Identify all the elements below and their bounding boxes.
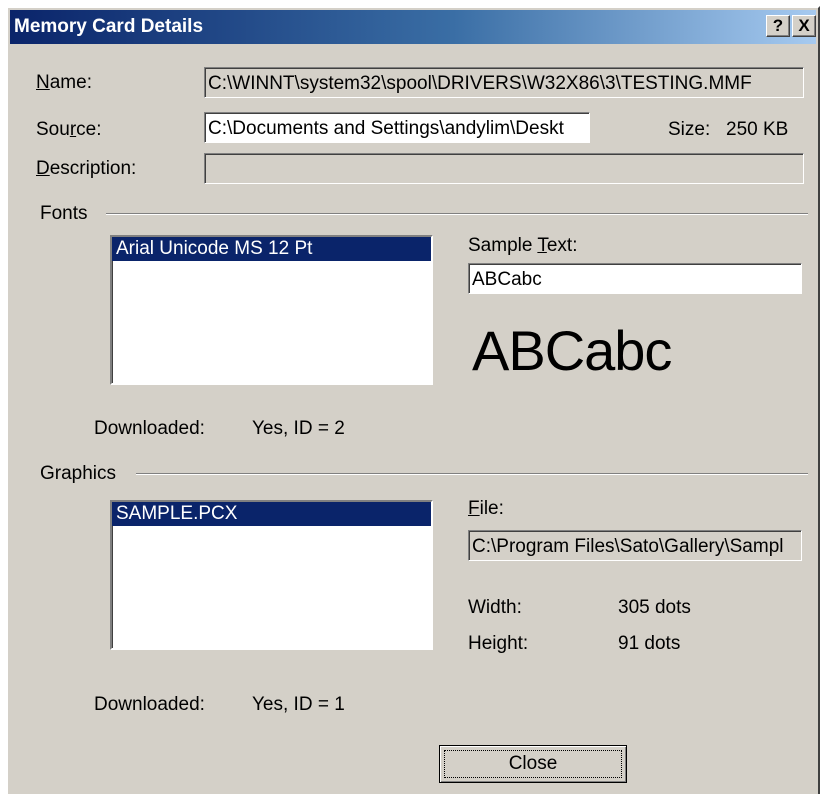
fonts-group-divider bbox=[106, 213, 808, 215]
graphics-downloaded-label: Downloaded: bbox=[94, 694, 205, 715]
size-value: 250 KB bbox=[726, 119, 789, 140]
file-field[interactable]: C:\Program Files\Sato\Gallery\Sampl bbox=[468, 530, 802, 561]
name-field[interactable]: C:\WINNT\system32\spool\DRIVERS\W32X86\3… bbox=[204, 67, 804, 98]
graphics-downloaded-value: Yes, ID = 1 bbox=[252, 694, 345, 715]
height-label: Height: bbox=[468, 633, 529, 654]
fonts-group-label: Fonts bbox=[40, 203, 88, 224]
name-label: Name: bbox=[36, 72, 92, 93]
font-sample-preview: ABCabc bbox=[472, 319, 672, 382]
help-button[interactable]: ? bbox=[766, 15, 790, 37]
fonts-listbox[interactable]: Arial Unicode MS 12 Pt bbox=[110, 235, 433, 385]
size-label: Size: bbox=[668, 119, 711, 140]
height-value: 91 dots bbox=[618, 633, 681, 654]
close-icon[interactable]: X bbox=[792, 15, 816, 37]
fonts-downloaded-value: Yes, ID = 2 bbox=[252, 418, 345, 439]
window-title: Memory Card Details bbox=[14, 16, 204, 37]
source-field[interactable]: C:\Documents and Settings\andylim\Deskt bbox=[204, 112, 590, 143]
width-label: Width: bbox=[468, 597, 522, 618]
description-label: Description: bbox=[36, 158, 137, 179]
width-value: 305 dots bbox=[618, 597, 691, 618]
font-list-item[interactable]: Arial Unicode MS 12 Pt bbox=[112, 237, 431, 261]
sample-text-input[interactable]: ABCabc bbox=[468, 263, 802, 294]
title-bar[interactable]: Memory Card Details ? X bbox=[10, 10, 816, 44]
memory-card-details-dialog: Memory Card Details ? X Name: C:\WINNT\s… bbox=[6, 6, 820, 794]
graphics-group-divider bbox=[136, 473, 808, 475]
graphic-list-item[interactable]: SAMPLE.PCX bbox=[112, 502, 431, 526]
graphics-listbox[interactable]: SAMPLE.PCX bbox=[110, 500, 433, 650]
file-label: File: bbox=[468, 498, 504, 519]
focus-rect bbox=[444, 750, 622, 778]
source-label: Source: bbox=[36, 119, 102, 140]
close-button[interactable]: Close bbox=[439, 745, 627, 783]
graphics-group-label: Graphics bbox=[40, 463, 117, 484]
description-field[interactable] bbox=[204, 153, 804, 184]
fonts-downloaded-label: Downloaded: bbox=[94, 418, 205, 439]
sample-text-label: Sample Text: bbox=[468, 235, 578, 256]
